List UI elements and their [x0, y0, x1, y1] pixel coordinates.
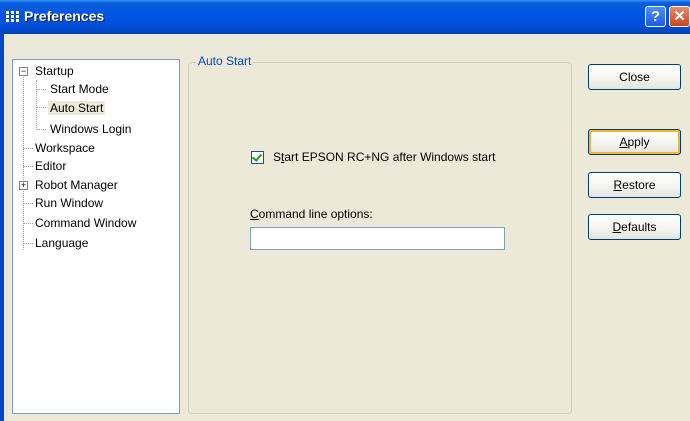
- tree-item-label: Editor: [35, 159, 67, 173]
- tree-item-robot-manager[interactable]: Robot Manager: [33, 176, 120, 194]
- auto-start-checkbox[interactable]: [251, 151, 264, 164]
- restore-button[interactable]: Restore: [588, 172, 681, 198]
- button-label: efaults: [621, 220, 657, 234]
- tree-item-label: Workspace: [35, 141, 95, 155]
- accelerator-key: A: [619, 135, 628, 149]
- tree-item-label: Windows Login: [50, 122, 132, 136]
- defaults-button[interactable]: Defaults: [588, 214, 681, 240]
- app-grid-icon: [6, 11, 19, 22]
- tree-connector: [23, 243, 33, 244]
- tree-connector: [23, 166, 33, 167]
- button-label: pply: [627, 135, 650, 149]
- window-frame: [0, 34, 4, 421]
- tree-item-label: Startup: [35, 64, 74, 78]
- group-title: Auto Start: [196, 54, 254, 68]
- button-label: estore: [622, 178, 656, 192]
- tree-item-label: Run Window: [35, 196, 104, 210]
- close-button[interactable]: Close: [588, 64, 681, 90]
- tree-item-label: Auto Start: [48, 101, 106, 115]
- command-line-options-input[interactable]: [250, 227, 505, 250]
- window-title: Preferences: [24, 8, 105, 24]
- tree-connector: [23, 223, 33, 224]
- title-bar[interactable]: Preferences ? ✕: [0, 0, 690, 34]
- tree-connector: [36, 80, 37, 130]
- tree-connector: [23, 203, 33, 204]
- help-icon: ?: [650, 8, 661, 25]
- tree-connector: [36, 107, 46, 108]
- tree-item-label: Command Window: [35, 216, 137, 230]
- apply-button[interactable]: Apply: [588, 129, 681, 155]
- auto-start-checkbox-label[interactable]: Start EPSON RC+NG after Windows start: [273, 150, 495, 164]
- tree-item-label: Robot Manager: [35, 178, 118, 192]
- close-icon: ✕: [673, 8, 686, 25]
- command-line-options-label: Command line options:: [250, 207, 373, 221]
- tree-item-label: Start Mode: [50, 82, 109, 96]
- expand-icon[interactable]: +: [19, 181, 28, 190]
- help-button[interactable]: ?: [645, 6, 666, 27]
- label-part: S: [273, 150, 282, 164]
- label-part: ommand line options:: [258, 207, 373, 221]
- tree-item-startup[interactable]: Startup: [33, 62, 76, 80]
- tree-item-run-window[interactable]: Run Window: [33, 194, 105, 212]
- tree-connector: [23, 148, 33, 149]
- tree-item-windows-login[interactable]: Windows Login: [48, 120, 133, 138]
- label-part: art EPSON RC+NG after Windows start: [284, 150, 496, 164]
- tree-connector: [36, 89, 46, 90]
- tree-item-command-window[interactable]: Command Window: [33, 214, 138, 232]
- tree-item-editor[interactable]: Editor: [33, 157, 68, 175]
- tree-item-start-mode[interactable]: Start Mode: [48, 80, 111, 98]
- preferences-tree[interactable]: − Startup Start Mode Auto Start Windows …: [12, 59, 180, 414]
- collapse-icon[interactable]: −: [19, 67, 28, 76]
- checkmark-icon: [251, 151, 263, 162]
- accelerator-key: R: [613, 178, 623, 192]
- tree-item-label: Language: [35, 236, 89, 250]
- accelerator-key: C: [250, 207, 259, 221]
- tree-connector: [36, 129, 46, 130]
- tree-item-language[interactable]: Language: [33, 234, 90, 252]
- tree-item-auto-start[interactable]: Auto Start: [48, 99, 106, 117]
- tree-item-workspace[interactable]: Workspace: [33, 139, 97, 157]
- close-window-button[interactable]: ✕: [669, 6, 690, 27]
- accelerator-key: D: [612, 220, 622, 234]
